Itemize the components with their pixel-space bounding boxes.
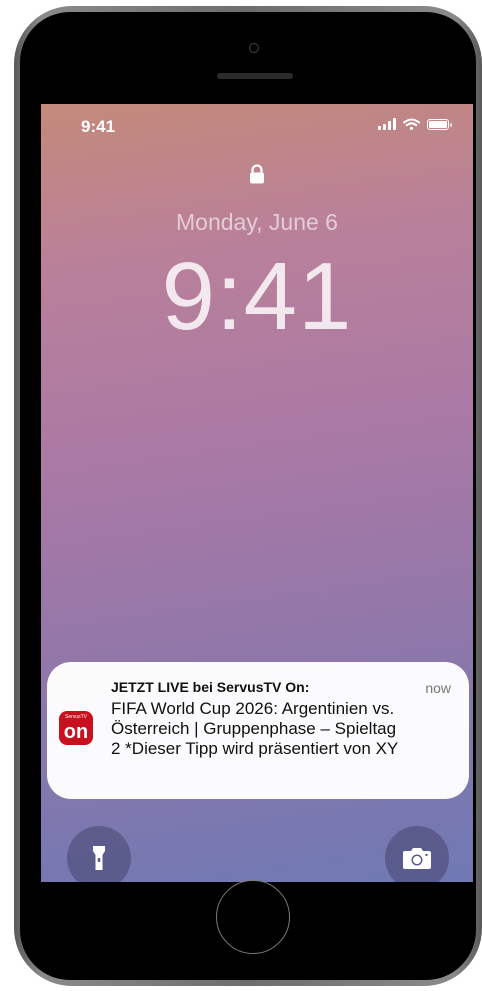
app-icon-small-label: ServusTV	[65, 714, 87, 720]
cellular-signal-icon	[378, 118, 396, 130]
battery-icon	[427, 118, 452, 130]
notification-timestamp: now	[425, 680, 451, 696]
front-camera	[249, 43, 259, 53]
wifi-icon	[403, 118, 420, 130]
lock-icon	[250, 164, 264, 184]
app-icon-label: on	[63, 721, 89, 743]
app-icon: ServusTV on	[59, 711, 93, 745]
lock-clock: 9:41	[161, 243, 353, 350]
camera-button[interactable]	[385, 826, 449, 882]
camera-icon	[403, 848, 431, 869]
home-button[interactable]	[216, 880, 290, 954]
flashlight-icon	[93, 846, 105, 870]
lock-screen: 9:41 Monday, June 6 9:41 ServusTV on JET…	[41, 104, 473, 882]
status-time: 9:41	[81, 117, 116, 136]
earpiece-speaker	[217, 73, 293, 79]
lock-date: Monday, June 6	[176, 209, 338, 235]
notification-title: JETZT LIVE bei ServusTV On:	[111, 679, 310, 695]
notification-card[interactable]: ServusTV on JETZT LIVE bei ServusTV On: …	[47, 662, 469, 799]
flashlight-button[interactable]	[67, 826, 131, 882]
notification-body: FIFA World Cup 2026: Argentinien vs. Öst…	[111, 699, 399, 758]
status-icons	[378, 118, 452, 130]
